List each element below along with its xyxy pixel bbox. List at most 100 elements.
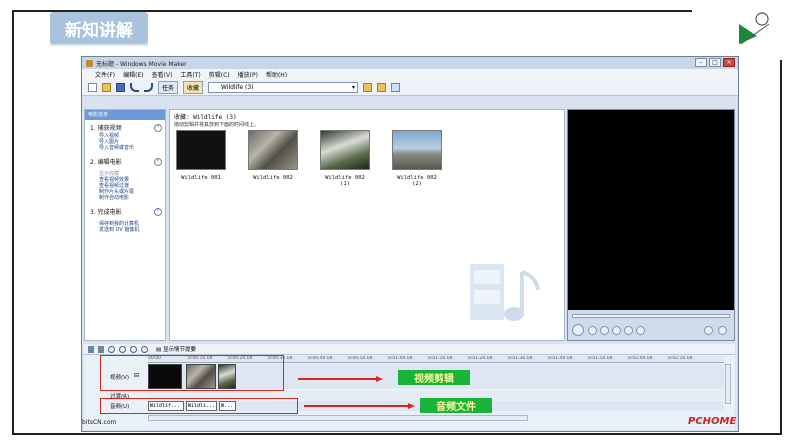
previous-frame-icon[interactable] [600,326,609,335]
window-titlebar: 无标题 - Windows Movie Maker – □ × [82,57,738,69]
menu-play[interactable]: 播放(P) [238,70,258,79]
collection-dropdown-value: Wildlife (3) [221,84,254,91]
filmstrip-music-watermark-icon [470,264,540,321]
task-section-finish[interactable]: 3. 完成电影 ⌃ [85,204,165,217]
minimize-button[interactable]: – [695,58,707,67]
task-link-import-audio[interactable]: 导入音频或音乐 [85,145,165,151]
clip-name: Wildlife 002 [253,175,293,181]
window-title: 无标题 - Windows Movie Maker [96,60,187,68]
slide-frame-left [12,10,14,435]
clip-item[interactable]: Wildlife 002 [248,130,298,181]
movie-tasks-pane: 电影任务 1. 捕获视频 ⌃ 导入视频 导入图片 导入音频或音乐 2. 编辑电影… [84,109,166,341]
task-section-title: 3. 完成电影 [90,209,122,216]
open-project-icon[interactable] [102,83,111,92]
collection-content-pane: 收藏: Wildlife (3) 拖动剪辑并将其放到下面的时间线上。 Wildl… [169,109,565,341]
collapse-icon[interactable]: ⌃ [154,123,162,132]
up-folder-icon[interactable] [363,83,373,92]
menu-file[interactable]: 文件(F) [95,70,115,79]
pchome-watermark: PCHOME [688,416,737,427]
menu-edit[interactable]: 编辑(E) [123,70,143,79]
ruler-tick: 0:01:30.00 [508,356,533,361]
stop-icon[interactable] [588,326,597,335]
slide-frame-bottom [12,433,782,435]
maximize-button[interactable]: □ [709,58,721,67]
ruler-tick: 0:01:10.00 [428,356,453,361]
ruler-tick: 0:00:40.00 [308,356,333,361]
ruler-tick: 0:01:00.00 [388,356,413,361]
collapse-icon[interactable]: ⌃ [154,207,162,216]
video-arrow-head [376,375,383,382]
undo-icon[interactable] [130,83,139,92]
menu-bar: 文件(F) 编辑(E) 查看(V) 工具(T) 剪辑(C) 播放(P) 帮助(H… [82,69,738,80]
new-folder-icon[interactable] [377,83,387,92]
rewind-icon[interactable] [624,326,633,335]
new-project-icon[interactable] [88,83,97,92]
video-tracks-highlight [100,355,284,391]
slide-title: 新知讲解 [50,12,148,44]
zoom-in-icon[interactable] [108,345,115,353]
toolbar: 任务 收藏 Wildlife (3) ▾ [82,80,738,96]
audio-arrow-line [304,405,410,407]
video-edit-label: 视频剪辑 [398,370,470,385]
app-icon [86,59,93,67]
show-storyboard-label: 显示情节提要 [162,347,196,353]
close-button[interactable]: × [723,58,735,67]
timeline-vertical-scrollbar[interactable] [725,364,731,404]
tasks-button[interactable]: 任务 [158,81,179,94]
storyboard-toolbar: ▤ 显示情节提要 [84,344,735,354]
next-frame-icon[interactable] [612,326,621,335]
clip-item[interactable]: Wildlife 002 (1) [320,130,370,187]
clip-thumbnail [320,130,370,170]
clip-thumbnail [176,130,226,170]
ruler-tick: 0:02:00.00 [628,356,653,361]
save-project-icon[interactable] [116,83,125,92]
ruler-tick: 0:01:40.00 [548,356,573,361]
audio-file-label: 音频文件 [420,398,492,413]
bitscn-watermark: bitsCN.com [82,419,117,426]
task-section-edit[interactable]: 2. 编辑电影 ⌃ [85,154,165,167]
audio-levels-icon[interactable] [98,345,104,353]
task-link-automovie[interactable]: 制作自动电影 [85,195,165,201]
collection-title: 收藏: Wildlife (3) [174,114,237,121]
task-section-title: 2. 编辑电影 [90,159,122,166]
clip-item[interactable]: Wildlife 002 (2) [392,130,442,187]
menu-view[interactable]: 查看(V) [152,70,173,79]
preview-controls [568,310,734,340]
split-icon[interactable] [704,326,713,335]
menu-tools[interactable]: 工具(T) [180,70,200,79]
show-storyboard-button[interactable]: ▤ 显示情节提要 [156,345,196,353]
fast-forward-icon[interactable] [636,326,645,335]
collapse-icon[interactable]: ⌃ [154,157,162,166]
clip-name: Wildlife 002 (2) [397,175,437,187]
clip-item[interactable]: Wildlife 001 [176,130,226,181]
ruler-tick: 0:02:10.00 [668,356,693,361]
chevron-down-icon: ▾ [352,84,356,91]
audio-arrow-head [408,402,415,409]
preview-monitor [567,109,735,341]
timeline-horizontal-scrollbar[interactable] [148,415,528,421]
ruler-tick: 0:00:50.00 [348,356,373,361]
redo-icon[interactable] [144,83,153,92]
window-controls: – □ × [695,58,735,67]
menu-help[interactable]: 帮助(H) [266,70,287,79]
ruler-tick: 0:01:50.00 [588,356,613,361]
task-link-send-to-dv[interactable]: 发送到 DV 摄像机 [85,227,165,233]
video-arrow-line [298,378,378,380]
views-icon[interactable] [391,83,401,92]
clip-name: Wildlife 001 [181,175,221,181]
rewind-timeline-icon[interactable] [130,345,137,353]
play-icon[interactable] [572,324,584,336]
play-timeline-icon[interactable] [141,345,148,353]
snapshot-icon[interactable] [718,326,727,335]
task-section-title: 1. 捕获视频 [90,125,122,132]
clip-thumbnail [248,130,298,170]
audio-track-highlight [100,398,298,414]
zoom-out-icon[interactable] [119,345,126,353]
task-section-capture[interactable]: 1. 捕获视频 ⌃ [85,120,165,133]
collections-button[interactable]: 收藏 [183,81,204,94]
narrate-icon[interactable] [88,345,94,353]
seek-bar[interactable] [572,314,730,318]
collection-dropdown[interactable]: Wildlife (3) ▾ [208,82,359,93]
slide-frame-right [780,60,782,435]
menu-clip[interactable]: 剪辑(C) [209,70,230,79]
